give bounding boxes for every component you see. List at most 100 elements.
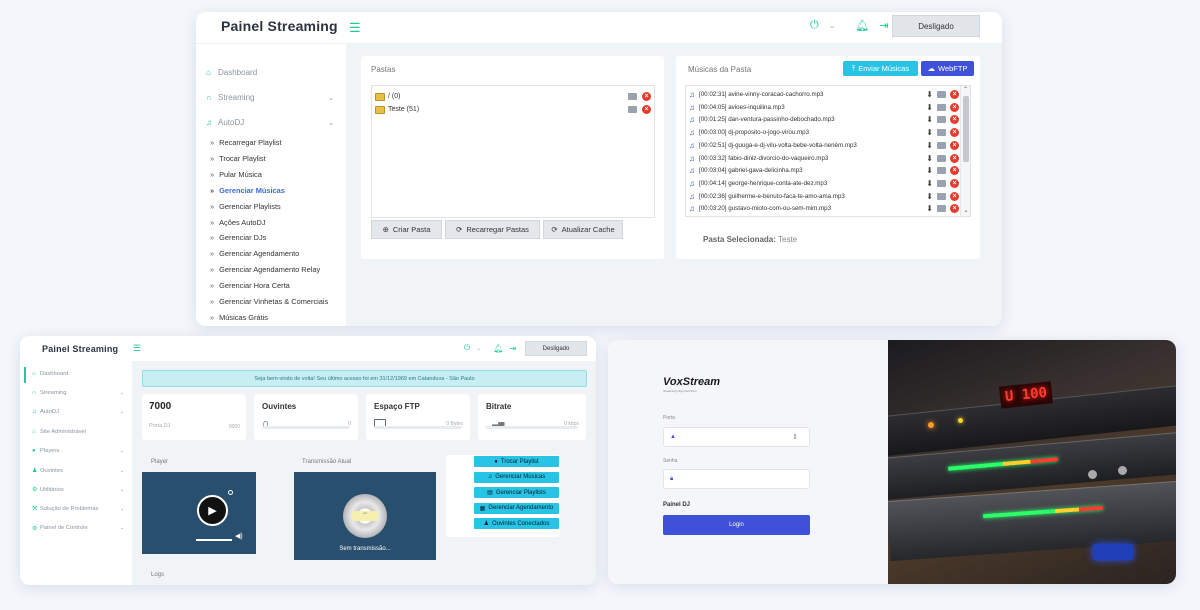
song-row[interactable]: ♫ [00:02:31] avine-vinny-coracao-cachorro…: [689, 89, 959, 100]
download-icon[interactable]: ⬇: [926, 166, 933, 175]
sidebar-subitem[interactable]: » Trocar Playlist: [210, 154, 266, 163]
dash-sidebar-item[interactable]: ● Players ⌄: [32, 448, 124, 454]
stream-status-button[interactable]: Desligado: [525, 341, 587, 356]
sidebar-subitem[interactable]: » Gerenciar Playlists: [210, 202, 281, 211]
dash-sidebar-item[interactable]: ⚙ Utilitários ⌄: [32, 486, 124, 494]
chevron-down-icon[interactable]: ⌄: [476, 345, 481, 352]
song-row[interactable]: ♫ [00:02:51] dj-guuga-e-dj-vilu-volta-beb…: [689, 140, 959, 151]
speaker-icon[interactable]: [937, 141, 946, 149]
song-row[interactable]: ♫ [00:04:05] avioes-inquilina.mp3 ⬇ ×: [689, 102, 959, 113]
speaker-icon[interactable]: [628, 106, 637, 113]
menu-toggle-icon[interactable]: ☰: [133, 343, 141, 354]
quick-action-button[interactable]: ▤ Gerenciar Playlists: [474, 487, 559, 498]
song-row[interactable]: ♫ [00:04:14] george-henrique-conta-ate-de…: [689, 178, 959, 189]
speaker-icon[interactable]: [937, 192, 946, 200]
download-icon[interactable]: ⬇: [926, 103, 933, 112]
delete-icon[interactable]: ×: [950, 90, 959, 99]
speaker-icon[interactable]: [937, 91, 946, 98]
delete-icon[interactable]: ×: [642, 92, 651, 101]
spinner-icon[interactable]: ⇕: [792, 433, 798, 441]
song-row[interactable]: ♫ [00:03:20] gustavo-mioto-com-ou-sem-mim…: [689, 203, 959, 214]
sidebar-item-streaming[interactable]: ∩ Streaming ⌄: [206, 93, 334, 102]
download-icon[interactable]: ⬇: [926, 128, 933, 137]
power-icon[interactable]: ⏻: [810, 19, 819, 32]
sidebar-subitem[interactable]: » Gerenciar Músicas: [210, 186, 285, 195]
play-button[interactable]: ▶: [197, 495, 228, 526]
download-icon[interactable]: ⬇: [926, 192, 933, 201]
logout-icon[interactable]: ⇥: [879, 19, 888, 32]
speaker-icon[interactable]: [937, 103, 946, 111]
scroll-down-icon[interactable]: ⌄: [961, 207, 970, 214]
song-row[interactable]: ♫ [00:03:04] gabriel-gava-delicinha.mp3 ⬇ ×: [689, 165, 959, 176]
bell-icon[interactable]: 🔔︎: [493, 344, 503, 353]
dash-sidebar-item[interactable]: ⌂ Site Administrável: [32, 429, 124, 435]
dash-sidebar-item[interactable]: ⚒ Solução de Problemas ⌄: [32, 505, 124, 513]
speaker-icon[interactable]: [937, 129, 946, 137]
app-logo[interactable]: Painel Streaming: [221, 18, 338, 34]
dash-sidebar-item[interactable]: ♟ Ouvintes ⌄: [32, 467, 124, 475]
sidebar-subitem[interactable]: » Músicas Grátis: [210, 313, 268, 322]
speaker-icon[interactable]: [937, 154, 946, 162]
song-row[interactable]: ♫ [00:03:00] dj-proposito-o-jogo-virou.mp…: [689, 127, 959, 138]
app-logo[interactable]: Painel Streaming: [42, 344, 118, 354]
sidebar-subitem[interactable]: » Ações AutoDJ: [210, 218, 266, 227]
speaker-icon[interactable]: [628, 93, 637, 100]
sidebar-item-dashboard[interactable]: ⌂ Dashboard: [206, 68, 257, 77]
reload-folders-button[interactable]: ⟳ Recarregar Pastas: [445, 220, 540, 239]
menu-toggle-icon[interactable]: ☰: [349, 20, 361, 36]
sidebar-subitem[interactable]: » Gerenciar Agendamento Relay: [210, 265, 320, 274]
speaker-icon[interactable]: [937, 116, 946, 124]
webftp-button[interactable]: ☁ WebFTP: [921, 61, 974, 76]
volume-icon[interactable]: ◀): [235, 532, 243, 540]
speaker-icon[interactable]: [937, 205, 946, 213]
sidebar-item-autodj[interactable]: ♫ AutoDJ ⌄: [206, 118, 334, 127]
delete-icon[interactable]: ×: [950, 140, 959, 150]
sidebar-subitem[interactable]: » Gerenciar Hora Certa: [210, 281, 290, 290]
delete-icon[interactable]: ×: [950, 153, 959, 163]
quick-action-button[interactable]: ♫ Gerenciar Músicas: [474, 471, 559, 483]
port-input[interactable]: ▲ ⇕: [663, 427, 810, 447]
quick-action-button[interactable]: ♟ Ouvintes Conectados: [474, 518, 559, 529]
delete-icon[interactable]: ×: [642, 105, 651, 114]
sidebar-subitem[interactable]: » Gerenciar Agendamento: [210, 249, 299, 258]
logout-icon[interactable]: ⇥: [510, 344, 517, 353]
sidebar-subitem[interactable]: » Gerenciar Vinhetas & Comerciais: [210, 297, 328, 306]
delete-icon[interactable]: ×: [950, 166, 959, 176]
scrollbar[interactable]: ⌃ ⌄: [960, 86, 970, 216]
sidebar-subitem[interactable]: » Pular Música: [210, 170, 262, 179]
song-row[interactable]: ♫ [00:01:25] dan-ventura-passinho-debocha…: [689, 114, 959, 125]
folder-row[interactable]: / (0) ×: [375, 91, 651, 102]
download-icon[interactable]: ⬇: [926, 115, 933, 124]
dash-sidebar-item[interactable]: ♫ AutoDJ ⌄: [32, 409, 124, 415]
download-icon[interactable]: ⬇: [926, 141, 933, 150]
delete-icon[interactable]: ×: [950, 204, 959, 214]
download-icon[interactable]: ⬇: [926, 154, 933, 163]
folder-row[interactable]: Teste (51) ×: [375, 104, 651, 115]
download-icon[interactable]: ⬇: [926, 90, 933, 99]
delete-icon[interactable]: ×: [950, 115, 959, 125]
download-icon[interactable]: ⬇: [926, 179, 933, 188]
quick-action-button[interactable]: ● Trocar Playlist: [474, 456, 559, 467]
update-cache-button[interactable]: ⟳ Atualizar Cache: [543, 220, 623, 239]
volume-slider[interactable]: [196, 539, 232, 541]
stream-status-button[interactable]: Desligado: [892, 15, 980, 37]
song-row[interactable]: ♫ [00:02:36] guilherme-e-benuto-faca-te-a…: [689, 191, 959, 202]
login-button[interactable]: Login: [663, 515, 810, 535]
create-folder-button[interactable]: ⊕ Criar Pasta: [371, 220, 442, 239]
bell-icon[interactable]: 🔔︎: [855, 19, 869, 32]
upload-songs-button[interactable]: ⤒ Enviar Músicas: [843, 61, 918, 76]
delete-icon[interactable]: ×: [950, 191, 959, 201]
dash-sidebar-item[interactable]: ⚙ Painel de Controle ⌄: [32, 525, 124, 532]
dash-sidebar-item[interactable]: ∩ Streaming ⌄: [32, 390, 124, 396]
chevron-down-icon[interactable]: ⌄: [829, 21, 836, 30]
delete-icon[interactable]: ×: [950, 178, 959, 188]
scrollbar-thumb[interactable]: [963, 96, 969, 162]
sidebar-subitem[interactable]: » Gerenciar DJs: [210, 233, 266, 242]
song-row[interactable]: ♫ [00:03:32] fabio-diniz-divorcio-do-vaqu…: [689, 153, 959, 164]
scroll-up-icon[interactable]: ⌃: [961, 86, 970, 93]
delete-icon[interactable]: ×: [950, 102, 959, 112]
speaker-icon[interactable]: [937, 179, 946, 187]
download-icon[interactable]: ⬇: [926, 204, 933, 213]
dash-sidebar-item[interactable]: ⌂ Dashboard: [32, 371, 124, 377]
delete-icon[interactable]: ×: [950, 128, 959, 138]
